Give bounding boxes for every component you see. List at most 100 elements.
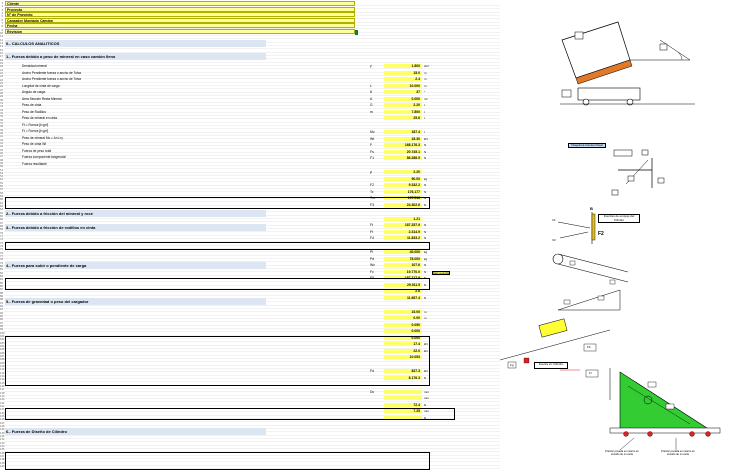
value-unit: m xyxy=(424,70,427,75)
value-symbol: Wt xyxy=(370,136,375,141)
value-cell-fill[interactable] xyxy=(384,389,422,394)
calc-line: Peso de Rodillos xyxy=(22,109,46,114)
result-box xyxy=(5,408,455,420)
value-unit: t xyxy=(424,116,425,120)
header-cell[interactable]: Cliente xyxy=(5,1,355,6)
value-symbol: F2 xyxy=(370,183,374,187)
value-number[interactable]: 86.288.9 xyxy=(384,156,420,160)
value-symbol: Dc xyxy=(370,389,375,394)
value-unit: N xyxy=(424,143,427,147)
value-number[interactable]: 90.00 xyxy=(384,177,421,181)
grid-line xyxy=(4,324,500,326)
value-unit: N xyxy=(424,156,427,160)
section-s1: 1.- Fuerza debido a peso de mineral en c… xyxy=(5,53,266,60)
value-number[interactable]: 78.000 xyxy=(384,257,420,261)
value-number[interactable]: 11.833.2 xyxy=(384,236,420,240)
value-symbol: Ft xyxy=(370,223,374,227)
red-marker-1 xyxy=(523,357,530,364)
result-box xyxy=(5,336,430,386)
section-s5: 5.- Fuerza de gravedad o peso del cargad… xyxy=(5,298,266,305)
value-number[interactable]: 107.6 xyxy=(384,263,421,267)
force-vector-v1 xyxy=(557,221,591,229)
value-number[interactable]: 37 xyxy=(384,90,420,94)
value-number[interactable]: 15.0 xyxy=(384,71,420,75)
value-number[interactable]: 2.20 xyxy=(384,170,420,174)
value-number[interactable]: 40.000 xyxy=(384,250,420,254)
value-number[interactable]: 0.000 xyxy=(384,329,421,333)
value-unit: kN xyxy=(424,136,428,141)
grid-line xyxy=(4,321,500,323)
value-number[interactable]: 15.00 xyxy=(384,310,421,314)
value-number[interactable]: 2.314.9 xyxy=(384,230,420,234)
calc-line: Peso de cinta Wt xyxy=(22,142,47,146)
value-symbol: Ft xyxy=(370,229,374,234)
section-s4: 4.- Fuerza para subir o pendiente de car… xyxy=(5,262,266,269)
value-number[interactable]: 19.770.0 xyxy=(384,270,420,274)
value-number[interactable]: 0.00 xyxy=(384,316,420,320)
caption-thrust: Fuerzas de empuje del Cilindro xyxy=(598,214,640,223)
header-cell[interactable]: N° de Proyecto xyxy=(5,12,355,18)
header-cell[interactable]: Proyecto xyxy=(5,6,355,12)
calc-line: Ángulo de carga xyxy=(22,90,46,94)
value-number[interactable]: 10.000 xyxy=(384,84,420,88)
grid-line xyxy=(4,421,500,423)
header-cell[interactable]: Fecha xyxy=(5,23,355,29)
value-number[interactable]: 2.20 xyxy=(384,103,420,107)
grid-line xyxy=(4,331,500,333)
value-unit: ° xyxy=(424,90,426,94)
value-unit: N xyxy=(424,223,427,227)
value-number[interactable]: 176.177 xyxy=(384,190,420,194)
label-b: B xyxy=(590,206,593,211)
calc-line: Fuerza componente tangencial xyxy=(22,155,66,159)
selected-cell-handle[interactable] xyxy=(355,30,358,35)
value-cell-fill[interactable] xyxy=(384,396,422,400)
value-symbol: G xyxy=(370,103,373,107)
note-badge: Dato sugerido xyxy=(432,271,450,275)
diagrams-svg xyxy=(499,21,721,451)
header-cell[interactable]: Cargador Montado Camion xyxy=(5,17,355,23)
force-diagram xyxy=(557,212,596,244)
value-symbol: Mc xyxy=(370,130,375,134)
value-number[interactable]: 25.6 xyxy=(384,116,420,120)
value-number[interactable]: 1.800 xyxy=(384,64,421,68)
value-unit: t xyxy=(424,103,425,107)
calc-line: Longitud de cinta de carga xyxy=(22,83,60,88)
caption-loader: Fuerza en Cilindro xyxy=(534,362,568,369)
ramp-diagram xyxy=(557,289,621,311)
value-symbol: L xyxy=(370,83,372,88)
row-number: 140 xyxy=(0,464,5,468)
value-number[interactable]: 2.4 xyxy=(384,77,420,81)
value-number[interactable]: 0.000 xyxy=(384,97,421,101)
value-number[interactable]: 9.332.2 xyxy=(384,183,420,187)
value-number[interactable]: 1.21 xyxy=(384,217,420,221)
calc-line: Peso de mineral en cinta xyxy=(22,116,58,120)
header-cell[interactable]: Revision xyxy=(5,29,355,34)
value-number[interactable]: 72.4 xyxy=(384,403,420,407)
value-unit: N xyxy=(424,149,427,154)
value-number[interactable]: 18.30 xyxy=(384,137,421,141)
value-unit: m xyxy=(424,309,427,314)
value-number[interactable]: 11.667.4 xyxy=(384,296,420,300)
value-unit: mm xyxy=(424,396,429,400)
value-number[interactable]: 7.800 xyxy=(384,110,421,114)
conveyor-upper xyxy=(557,253,629,273)
value-number[interactable]: 20.745.1 xyxy=(384,150,420,154)
value-number[interactable]: 0.050 xyxy=(384,323,421,327)
value-unit: kg xyxy=(424,176,428,181)
grid-line xyxy=(4,291,500,293)
grid-line xyxy=(4,171,500,173)
value-unit: N xyxy=(424,236,427,240)
value-number[interactable]: 168.176.3 xyxy=(384,143,420,147)
label-fr: Fr xyxy=(589,371,592,375)
grid-line xyxy=(4,81,500,83)
value-unit: mm xyxy=(424,389,429,394)
value-number[interactable]: 187.257.9 xyxy=(384,223,420,227)
value-symbol: Wc xyxy=(370,263,375,267)
caption-bottom-left: Presión posada en cuanto en sentido de s… xyxy=(604,450,640,462)
value-symbol: θ xyxy=(370,90,372,94)
label-box-3 xyxy=(561,89,572,98)
value-symbol: F4 xyxy=(370,236,374,240)
value-number[interactable]: 187.4 xyxy=(384,130,421,134)
section-s0: 0.- CALCULOS ANALITICOS xyxy=(5,40,266,47)
diagram-panel: Diagrama Camion Real Fuerza en Cilindro … xyxy=(499,0,743,470)
